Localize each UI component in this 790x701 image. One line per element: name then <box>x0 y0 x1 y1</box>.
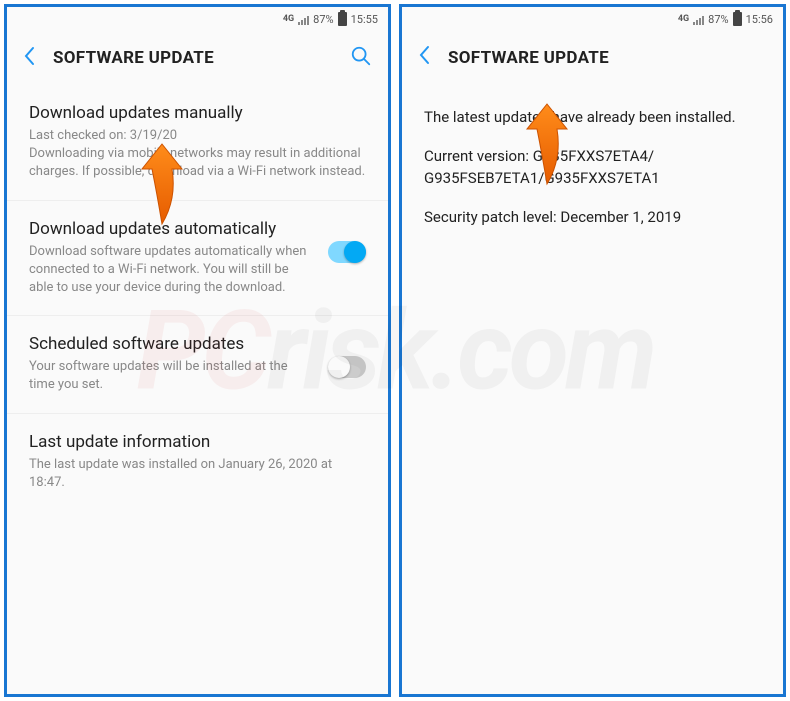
latest-updates-text: The latest updates have already been ins… <box>424 106 761 129</box>
item-desc: Last checked on: 3/19/20 Downloading via… <box>29 127 366 182</box>
clock: 15:56 <box>746 13 773 26</box>
phone-right: 4G 87% 15:56 SOFTWARE UPDATE The latest … <box>399 4 786 697</box>
phone-left: 4G 87% 15:55 SOFTWARE UPDATE Download up… <box>4 4 391 697</box>
download-manually-item[interactable]: Download updates manually Last checked o… <box>7 85 388 201</box>
scheduled-updates-item[interactable]: Scheduled software updates Your software… <box>7 316 388 413</box>
item-desc: Download software updates automatically … <box>29 243 316 298</box>
back-icon[interactable] <box>23 46 35 71</box>
item-desc: Your software updates will be installed … <box>29 358 316 394</box>
signal-icon <box>693 13 704 25</box>
battery-percent: 87% <box>708 13 728 26</box>
current-version-text: Current version: G935FXXS7ETA4/ G935FSEB… <box>424 145 761 190</box>
item-desc: The last update was installed on January… <box>29 456 366 492</box>
battery-icon <box>733 12 742 26</box>
clock: 15:55 <box>351 13 378 26</box>
back-icon[interactable] <box>418 45 430 70</box>
signal-icon <box>298 13 309 25</box>
settings-list: Download updates manually Last checked o… <box>7 85 388 694</box>
app-header: SOFTWARE UPDATE <box>7 31 388 85</box>
download-auto-item[interactable]: Download updates automatically Download … <box>7 201 388 317</box>
item-title: Last update information <box>29 432 366 452</box>
status-bar: 4G 87% 15:56 <box>402 7 783 31</box>
scheduled-toggle[interactable] <box>328 356 366 378</box>
app-header: SOFTWARE UPDATE <box>402 31 783 84</box>
item-title: Download updates manually <box>29 103 366 123</box>
battery-icon <box>338 12 347 26</box>
item-title: Download updates automatically <box>29 219 316 239</box>
item-title: Scheduled software updates <box>29 334 316 354</box>
page-title: SOFTWARE UPDATE <box>448 48 767 68</box>
page-title: SOFTWARE UPDATE <box>53 48 332 68</box>
status-bar: 4G 87% 15:55 <box>7 7 388 31</box>
auto-update-toggle[interactable] <box>328 241 366 263</box>
battery-percent: 87% <box>313 13 333 26</box>
search-icon[interactable] <box>350 45 372 71</box>
update-info-content: The latest updates have already been ins… <box>402 84 783 266</box>
network-indicator: 4G <box>678 14 689 24</box>
security-patch-text: Security patch level: December 1, 2019 <box>424 206 761 229</box>
last-update-info-item[interactable]: Last update information The last update … <box>7 414 388 510</box>
screenshot-container: 4G 87% 15:55 SOFTWARE UPDATE Download up… <box>0 0 790 701</box>
network-indicator: 4G <box>283 14 294 24</box>
